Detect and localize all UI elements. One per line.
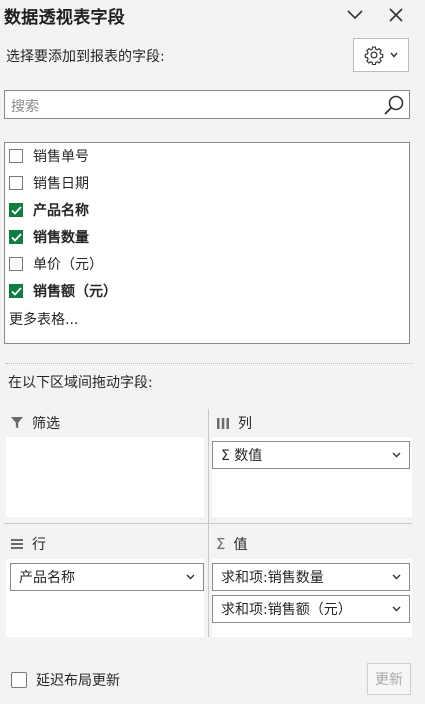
more-tables-link[interactable]: 更多表格...: [9, 309, 78, 329]
filters-area-label: 筛选: [32, 416, 60, 432]
tools-settings-button[interactable]: [353, 38, 409, 72]
columns-area-header: 列: [216, 413, 252, 433]
filters-drop-zone[interactable]: [6, 437, 204, 517]
column-field-pill[interactable]: Σ 数值: [212, 441, 410, 469]
field-chooser-label: 选择要添加到报表的字段:: [6, 49, 165, 65]
field-checkbox[interactable]: [9, 284, 23, 298]
row-field-label: 产品名称: [19, 570, 75, 586]
field-item[interactable]: 产品名称: [9, 198, 89, 222]
value-field-label: 求和项:销售数量: [221, 570, 324, 586]
field-search-input[interactable]: 搜索: [4, 90, 410, 119]
drag-areas-label: 在以下区域间拖动字段:: [8, 375, 153, 391]
value-field-pill[interactable]: 求和项:销售额（元）: [212, 595, 410, 623]
values-area-header: Σ 值: [216, 534, 247, 554]
field-checkbox[interactable]: [9, 149, 23, 163]
value-field-pill[interactable]: 求和项:销售数量: [212, 563, 410, 591]
defer-layout-update-label: 延迟布局更新: [36, 673, 120, 689]
field-checkbox[interactable]: [9, 203, 23, 217]
chevron-down-icon: [390, 52, 398, 58]
defer-checkbox-box[interactable]: [11, 672, 27, 688]
gear-icon: [364, 46, 384, 65]
defer-layout-update-checkbox[interactable]: 延迟布局更新: [11, 670, 120, 690]
panel-title: 数据透视表字段: [4, 8, 126, 28]
columns-icon: [217, 417, 229, 429]
column-field-label: Σ 数值: [221, 448, 263, 464]
field-label: 单价（元）: [33, 257, 103, 273]
columns-drop-zone[interactable]: Σ 数值: [212, 437, 412, 517]
field-list: 销售单号 销售日期 产品名称 销售数量 单价（元） 销售额（元） 更多表格...: [4, 142, 410, 344]
rows-icon: [11, 539, 23, 549]
value-field-label: 求和项:销售额（元）: [221, 602, 352, 618]
close-pane-button[interactable]: [382, 2, 410, 28]
rows-drop-zone[interactable]: 产品名称: [6, 559, 204, 637]
search-icon[interactable]: [383, 94, 405, 116]
collapse-pane-button[interactable]: [341, 2, 369, 28]
filter-icon: [11, 417, 23, 429]
field-label: 销售额（元）: [33, 284, 117, 300]
filters-area-header: 筛选: [10, 413, 60, 433]
field-checkbox[interactable]: [9, 176, 23, 190]
values-area-label: 值: [233, 537, 248, 553]
columns-area-label: 列: [238, 416, 252, 432]
chevron-down-icon: [392, 606, 401, 612]
field-item[interactable]: 单价（元）: [9, 252, 103, 276]
field-item[interactable]: 销售数量: [9, 225, 89, 249]
search-placeholder: 搜索: [11, 99, 39, 115]
checkmark-icon: [10, 286, 22, 296]
chevron-down-icon: [392, 452, 401, 458]
update-button[interactable]: 更新: [367, 663, 411, 695]
field-label: 销售单号: [33, 149, 89, 165]
field-item[interactable]: 销售额（元）: [9, 279, 117, 303]
rows-area-header: 行: [10, 534, 46, 554]
checkmark-icon: [10, 205, 22, 215]
field-label: 销售数量: [33, 230, 89, 246]
field-label: 产品名称: [33, 203, 89, 219]
chevron-down-icon: [186, 574, 195, 580]
row-field-pill[interactable]: 产品名称: [10, 563, 204, 591]
sigma-icon: Σ: [216, 535, 226, 553]
values-drop-zone[interactable]: 求和项:销售数量 求和项:销售额（元）: [212, 559, 412, 637]
chevron-down-icon: [392, 574, 401, 580]
checkmark-icon: [10, 232, 22, 242]
close-icon: [389, 8, 403, 22]
rows-area-label: 行: [32, 537, 46, 553]
field-item[interactable]: 销售单号: [9, 144, 89, 168]
section-divider: [6, 363, 412, 364]
areas-horizontal-divider: [4, 523, 412, 524]
field-checkbox[interactable]: [9, 257, 23, 271]
chevron-down-icon: [347, 10, 363, 20]
field-label: 销售日期: [33, 176, 89, 192]
field-item[interactable]: 销售日期: [9, 171, 89, 195]
field-checkbox[interactable]: [9, 230, 23, 244]
